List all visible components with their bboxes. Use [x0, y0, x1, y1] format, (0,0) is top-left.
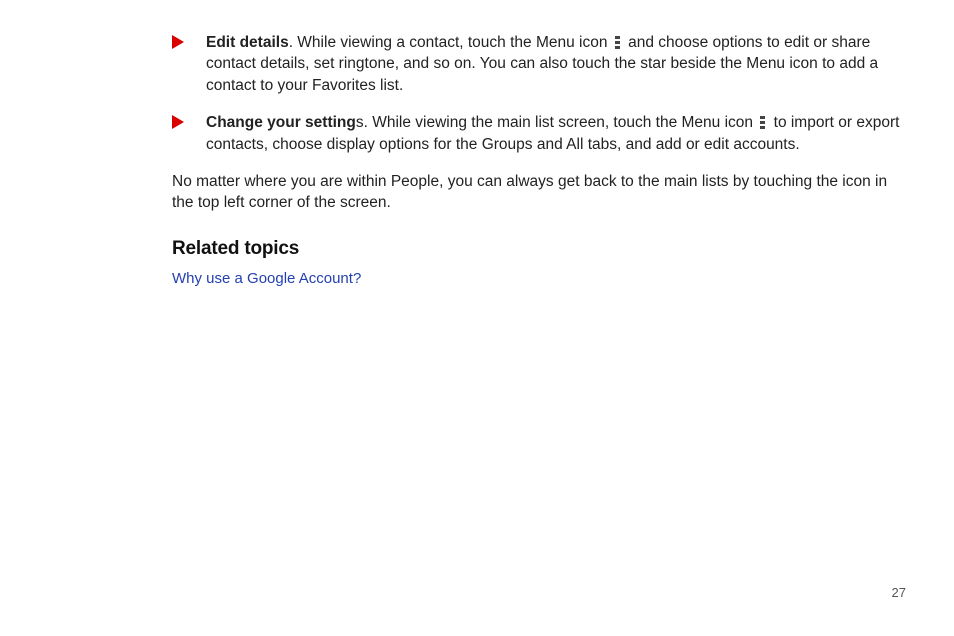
- body-paragraph: No matter where you are within People, y…: [172, 171, 902, 214]
- related-link[interactable]: Why use a Google Account?: [172, 270, 361, 287]
- menu-icon: [760, 116, 766, 129]
- bullet-text-before: . While viewing the main list screen, to…: [364, 114, 758, 131]
- menu-icon: [615, 36, 621, 49]
- triangle-bullet-icon: [172, 35, 184, 49]
- related-topics-heading: Related topics: [172, 238, 902, 260]
- list-item: Edit details. While viewing a contact, t…: [172, 32, 902, 96]
- content-block: Edit details. While viewing a contact, t…: [48, 32, 906, 288]
- bullet-title: Change your setting: [206, 114, 356, 131]
- bullet-list: Edit details. While viewing a contact, t…: [172, 32, 902, 155]
- page-number: 27: [892, 585, 906, 600]
- bullet-title-tail: s: [356, 114, 364, 131]
- bullet-text-before: . While viewing a contact, touch the Men…: [289, 34, 612, 51]
- list-item: Change your settings. While viewing the …: [172, 112, 902, 155]
- triangle-bullet-icon: [172, 115, 184, 129]
- document-page: Edit details. While viewing a contact, t…: [0, 0, 954, 636]
- bullet-title: Edit details: [206, 34, 289, 51]
